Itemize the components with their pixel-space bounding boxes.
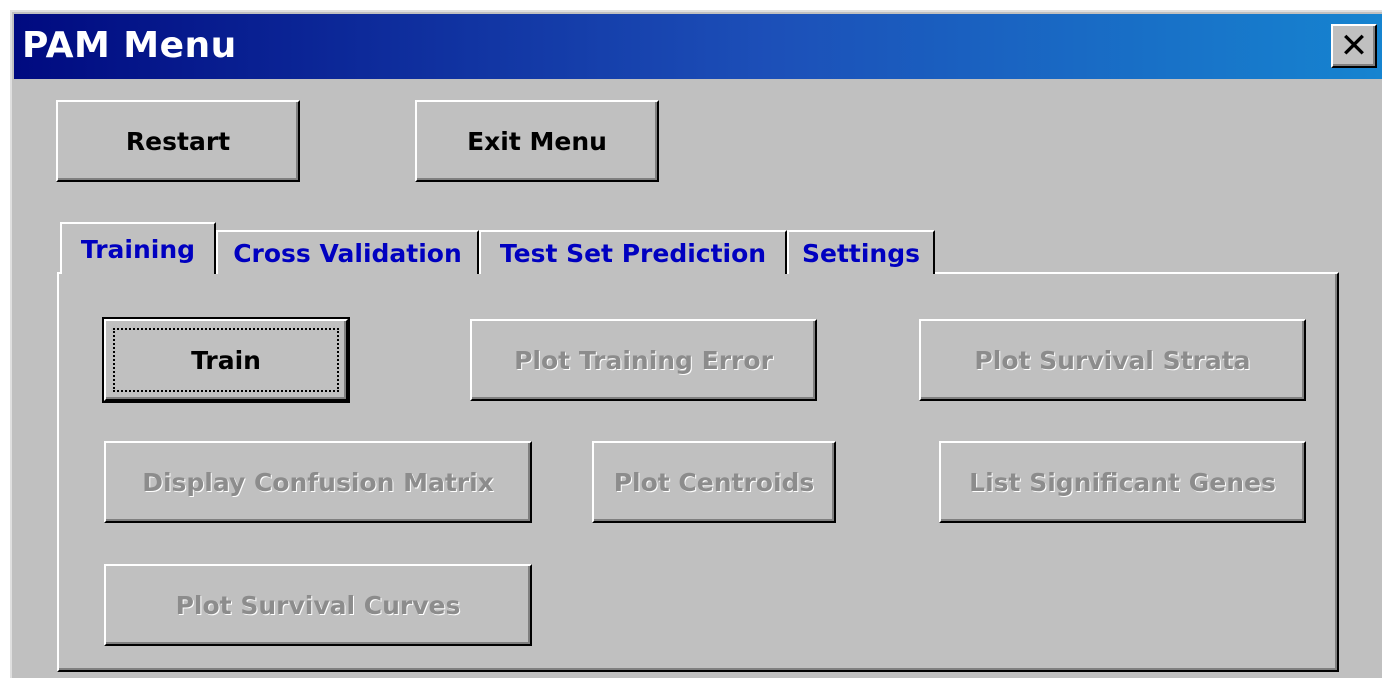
plot-survival-curves-button[interactable]: Plot Survival Curves xyxy=(104,564,532,646)
title-bar[interactable]: PAM Menu ✕ xyxy=(14,14,1382,79)
list-significant-genes-button[interactable]: List Significant Genes xyxy=(939,441,1306,523)
training-tab-panel: Train Plot Training Error Plot Survival … xyxy=(57,272,1339,672)
exit-menu-button[interactable]: Exit Menu xyxy=(415,100,659,182)
tab-test-set-prediction[interactable]: Test Set Prediction xyxy=(479,230,787,274)
train-button-label: Train xyxy=(191,345,261,375)
restart-button[interactable]: Restart xyxy=(56,100,300,182)
tab-cross-validation[interactable]: Cross Validation xyxy=(216,230,479,274)
tab-training[interactable]: Training xyxy=(60,222,216,274)
window-title: PAM Menu xyxy=(22,25,237,66)
display-confusion-matrix-button[interactable]: Display Confusion Matrix xyxy=(104,441,532,523)
train-button[interactable]: Train xyxy=(102,317,350,403)
close-button[interactable]: ✕ xyxy=(1331,24,1377,68)
plot-training-error-button[interactable]: Plot Training Error xyxy=(470,319,817,401)
plot-centroids-button[interactable]: Plot Centroids xyxy=(592,441,836,523)
tab-settings[interactable]: Settings xyxy=(787,230,935,274)
close-icon: ✕ xyxy=(1339,26,1369,66)
pam-menu-window: PAM Menu ✕ Restart Exit Menu Train Plot … xyxy=(10,10,1382,678)
plot-survival-strata-button[interactable]: Plot Survival Strata xyxy=(919,319,1306,401)
